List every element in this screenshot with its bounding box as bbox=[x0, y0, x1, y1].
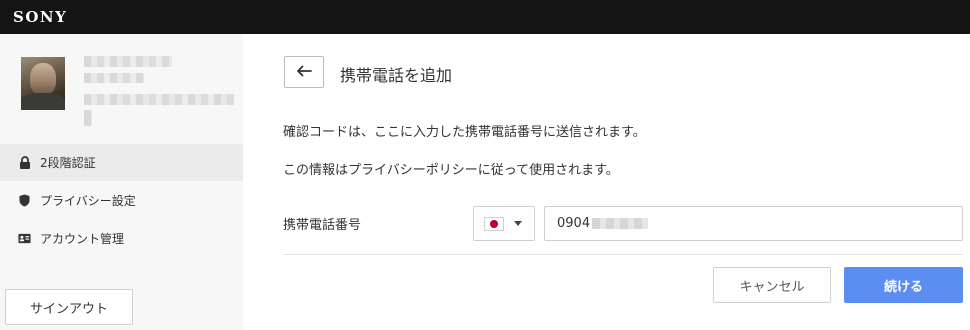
info-text-privacy: この情報はプライバシーポリシーに従って使用されます。 bbox=[283, 163, 619, 178]
japan-flag-icon bbox=[484, 216, 504, 231]
signout-button[interactable]: サインアウト bbox=[5, 289, 133, 325]
id-card-icon bbox=[18, 232, 31, 245]
redacted-name-2 bbox=[84, 73, 144, 83]
back-button[interactable] bbox=[284, 56, 324, 88]
page-title: 携帯電話を追加 bbox=[340, 66, 453, 85]
sidebar-item-privacy[interactable]: プライバシー設定 bbox=[0, 182, 243, 219]
phone-number-label: 携帯電話番号 bbox=[283, 218, 362, 233]
sidebar-item-two-step[interactable]: 2段階認証 bbox=[0, 144, 243, 181]
divider bbox=[283, 254, 963, 255]
cancel-button[interactable]: キャンセル bbox=[713, 267, 831, 303]
phone-number-value: 0904 bbox=[557, 216, 591, 231]
info-text-code: 確認コードは、ここに入力した携帯電話番号に送信されます。 bbox=[283, 125, 646, 140]
redacted-email-2 bbox=[84, 110, 92, 126]
chevron-down-icon bbox=[514, 221, 522, 226]
sony-logo[interactable]: SONY bbox=[13, 8, 67, 26]
lock-icon bbox=[18, 156, 31, 169]
redacted-email bbox=[84, 94, 234, 105]
phone-number-input[interactable]: 0904 bbox=[544, 206, 963, 241]
continue-button[interactable]: 続ける bbox=[844, 267, 963, 303]
sidebar-item-label: 2段階認証 bbox=[40, 156, 96, 170]
sidebar-item-label: プライバシー設定 bbox=[40, 194, 136, 208]
top-bar: SONY bbox=[0, 0, 970, 34]
avatar bbox=[21, 57, 65, 110]
shield-icon bbox=[18, 194, 31, 207]
redacted-name bbox=[84, 56, 172, 67]
arrow-left-icon bbox=[296, 65, 312, 80]
redacted-phone-digits bbox=[592, 218, 649, 229]
sidebar: 2段階認証 プライバシー設定 アカウント管理 bbox=[0, 34, 243, 330]
country-code-select[interactable] bbox=[473, 206, 535, 241]
sidebar-item-account[interactable]: アカウント管理 bbox=[0, 220, 243, 257]
sidebar-item-label: アカウント管理 bbox=[40, 232, 125, 246]
